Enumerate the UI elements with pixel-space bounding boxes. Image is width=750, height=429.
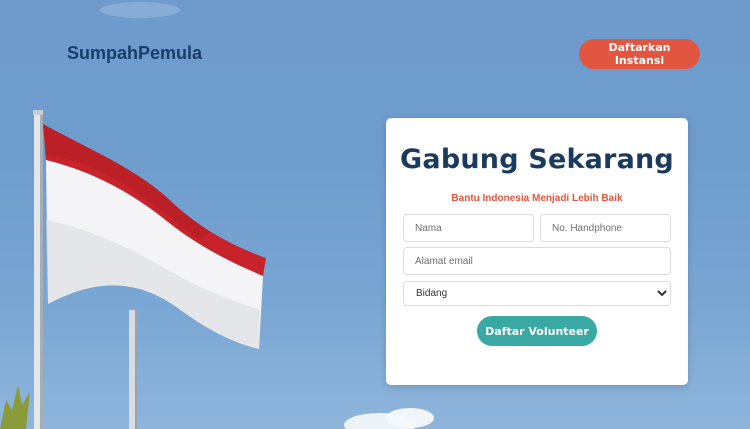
signup-card: Gabung Sekarang Bantu Indonesia Menjadi … xyxy=(386,118,688,385)
field-select[interactable]: Bidang xyxy=(403,281,671,306)
brand-logo[interactable]: SumpahPemula xyxy=(67,43,202,64)
name-input[interactable] xyxy=(403,214,534,242)
top-nav: SumpahPemula Daftarkan Instansi xyxy=(0,0,750,100)
palm-leaves xyxy=(0,385,30,429)
email-input[interactable] xyxy=(403,247,671,275)
phone-input[interactable] xyxy=(540,214,671,242)
form-subtitle: Bantu Indonesia Menjadi Lebih Baik xyxy=(451,193,623,204)
flag-pole-secondary xyxy=(129,310,136,429)
form-title: Gabung Sekarang xyxy=(400,144,674,175)
register-institution-button[interactable]: Daftarkan Instansi xyxy=(579,39,700,69)
volunteer-submit-button[interactable]: Daftar Volunteer xyxy=(477,316,597,346)
cloud xyxy=(386,408,434,428)
